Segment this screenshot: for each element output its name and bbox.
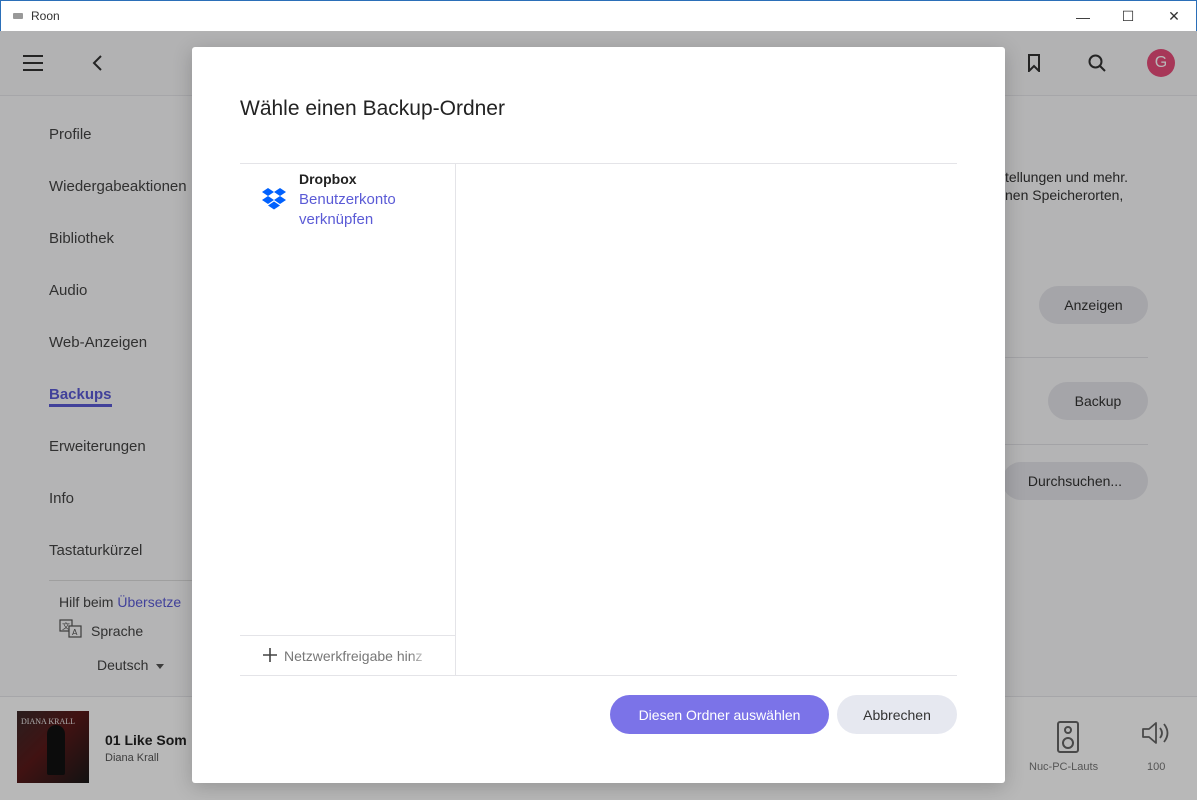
window-titlebar: Roon — ☐ ✕ <box>0 0 1197 31</box>
provider-name: Dropbox <box>299 171 357 187</box>
add-network-share-button[interactable]: Netzwerkfreigabe hinz <box>240 635 455 676</box>
add-network-share-label: Netzwerkfreigabe hinz <box>284 648 423 664</box>
provider-dropbox[interactable]: Dropbox Benutzerkonto verknüpfen <box>240 164 455 236</box>
minimize-button[interactable]: — <box>1060 1 1106 32</box>
select-folder-button[interactable]: Diesen Ordner auswählen <box>610 695 829 734</box>
folder-browser: Dropbox Benutzerkonto verknüpfen Netzwer… <box>240 163 957 676</box>
window-title: Roon <box>31 9 60 23</box>
location-list: Dropbox Benutzerkonto verknüpfen Netzwer… <box>240 164 456 676</box>
roon-app-icon <box>13 13 23 19</box>
cancel-button[interactable]: Abbrechen <box>837 695 957 734</box>
backup-folder-dialog: Wähle einen Backup-Ordner Dropbox Benutz… <box>192 47 1005 783</box>
link-account-link[interactable]: Benutzerkonto verknüpfen <box>299 190 449 230</box>
plus-icon <box>262 647 278 666</box>
dialog-title: Wähle einen Backup-Ordner <box>240 97 505 120</box>
close-button[interactable]: ✕ <box>1151 1 1197 32</box>
maximize-button[interactable]: ☐ <box>1105 1 1151 32</box>
dropbox-icon <box>262 186 286 215</box>
